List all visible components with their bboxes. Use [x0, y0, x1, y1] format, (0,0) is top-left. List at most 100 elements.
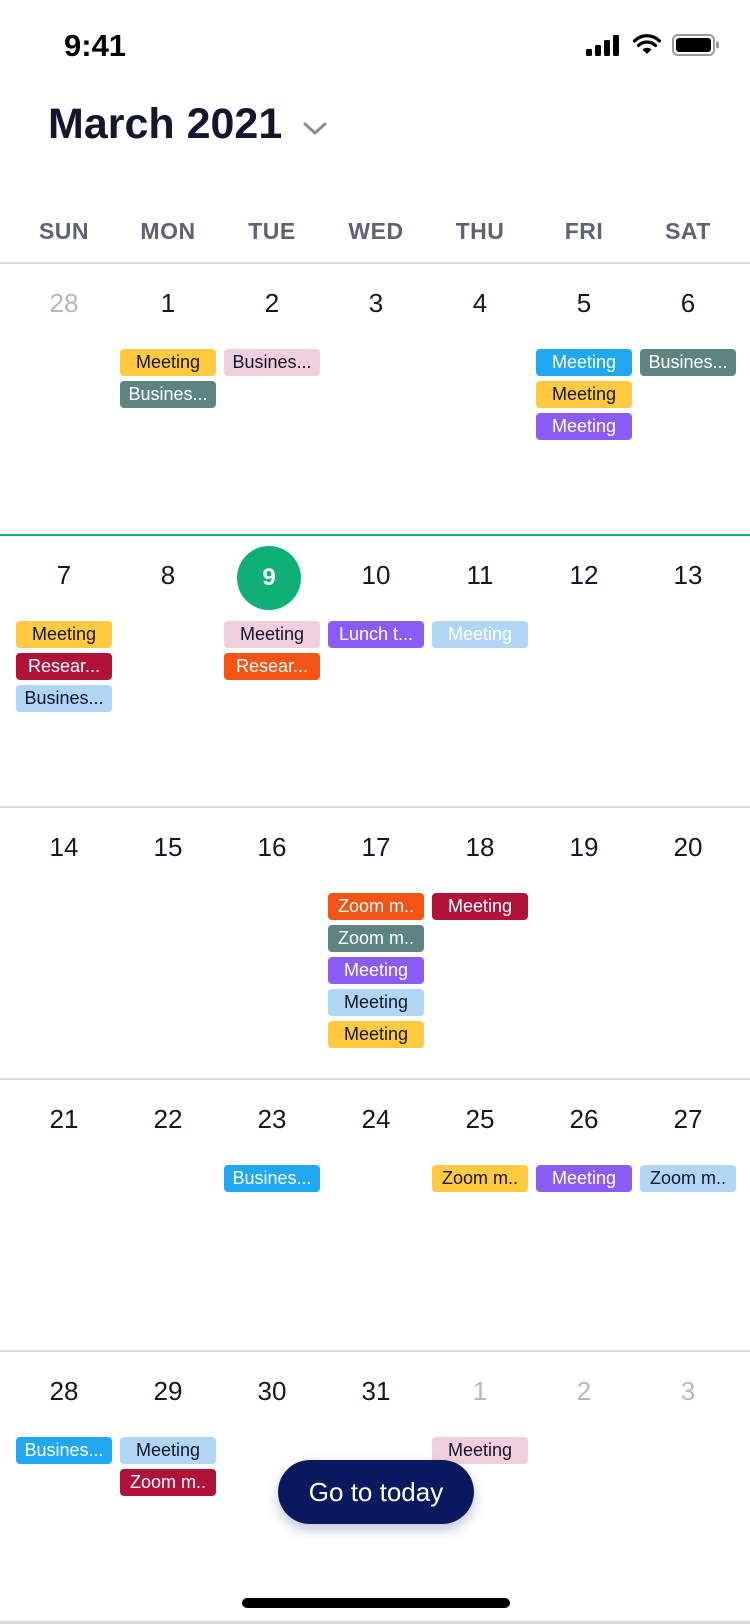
event-chip[interactable]: Zoom m.. — [328, 893, 424, 920]
event-chip[interactable]: Busines... — [16, 1437, 112, 1464]
day-number: 2 — [576, 1376, 592, 1406]
page-title[interactable]: March 2021 — [48, 100, 282, 149]
event-chip[interactable]: Meeting — [120, 1437, 216, 1464]
signal-icon — [586, 35, 619, 56]
day-number: 23 — [257, 1104, 287, 1134]
calendar-day[interactable]: 27 Zoom m.. — [636, 1080, 740, 1350]
event-list: Busines... — [220, 1165, 324, 1197]
day-number: 28 — [49, 288, 79, 318]
event-chip[interactable]: Lunch t... — [328, 621, 424, 648]
calendar-day[interactable]: 14 — [12, 808, 116, 1078]
event-chip[interactable]: Busines... — [16, 685, 112, 712]
event-chip[interactable]: Zoom m.. — [120, 1469, 216, 1496]
day-number: 15 — [153, 832, 183, 862]
battery-icon — [672, 34, 719, 56]
event-chip[interactable]: Zoom m.. — [640, 1165, 736, 1192]
day-number: 29 — [153, 1376, 183, 1406]
weekday-label: FRI — [564, 218, 604, 244]
calendar-day[interactable]: 8 — [116, 536, 220, 806]
calendar-day[interactable]: 20 — [636, 808, 740, 1078]
event-list: Meeting — [532, 1165, 636, 1197]
calendar-day[interactable]: 19 — [532, 808, 636, 1078]
calendar-day[interactable]: 21 — [12, 1080, 116, 1350]
day-number: 11 — [466, 560, 494, 590]
event-chip[interactable]: Resear... — [224, 653, 320, 680]
calendar-day[interactable]: 13 — [636, 536, 740, 806]
divider — [0, 1621, 750, 1623]
event-chip[interactable]: Busines... — [120, 381, 216, 408]
go-to-today-button[interactable]: Go to today — [278, 1460, 474, 1524]
event-chip[interactable]: Resear... — [16, 653, 112, 680]
status-bar: 9:41 — [0, 0, 750, 94]
calendar-day[interactable]: 11 Meeting — [428, 536, 532, 806]
calendar-day[interactable]: 24 — [324, 1080, 428, 1350]
event-chip[interactable]: Meeting — [536, 381, 632, 408]
event-chip[interactable]: Meeting — [328, 1021, 424, 1048]
calendar-day[interactable]: 17 Zoom m.. Zoom m.. Meeting Meeting Meeting — [324, 808, 428, 1078]
day-number: 27 — [673, 1104, 703, 1134]
calendar-day[interactable]: 23 Busines... — [220, 1080, 324, 1350]
event-list: Zoom m.. — [428, 1165, 532, 1197]
calendar-day[interactable]: 5 Meeting Meeting Meeting — [532, 264, 636, 534]
event-chip[interactable]: Busines... — [640, 349, 736, 376]
day-number: 1 — [472, 1376, 488, 1406]
calendar-day[interactable]: 2 Busines... — [220, 264, 324, 534]
calendar-day[interactable]: 3 — [636, 1352, 740, 1622]
event-list: Zoom m.. Zoom m.. Meeting Meeting Meeting — [324, 893, 428, 1053]
calendar-day[interactable]: 29 Meeting Zoom m.. — [116, 1352, 220, 1622]
calendar-grid: 28 1 Meeting Busines... 2 Busines... 3 4 5 Meetin… — [0, 264, 750, 1624]
day-number: 14 — [49, 832, 79, 862]
event-chip[interactable]: Busines... — [224, 1165, 320, 1192]
weekday-label: TUE — [248, 218, 296, 244]
event-chip[interactable]: Meeting — [536, 349, 632, 376]
day-number: 30 — [257, 1376, 287, 1406]
calendar-day[interactable]: 7 Meeting Resear... Busines... — [12, 536, 116, 806]
chevron-down-icon[interactable] — [302, 121, 328, 137]
event-chip[interactable]: Meeting — [224, 621, 320, 648]
day-number: 10 — [361, 560, 391, 590]
today-indicator[interactable]: 9 — [237, 546, 301, 610]
event-chip[interactable]: Meeting — [16, 621, 112, 648]
event-chip[interactable]: Meeting — [432, 893, 528, 920]
calendar-day[interactable]: 3 — [324, 264, 428, 534]
event-chip[interactable]: Busines... — [224, 349, 320, 376]
calendar-day[interactable]: 6 Busines... — [636, 264, 740, 534]
calendar-day[interactable]: 28 Busines... — [12, 1352, 116, 1622]
event-chip[interactable]: Meeting — [328, 989, 424, 1016]
event-list: Busines... — [220, 349, 324, 381]
status-icons — [586, 33, 720, 57]
weekday-label: WED — [348, 218, 404, 244]
weekday-label: SAT — [665, 218, 711, 244]
status-time: 9:41 — [64, 28, 127, 63]
event-chip[interactable]: Meeting — [536, 413, 632, 440]
event-chip[interactable]: Zoom m.. — [432, 1165, 528, 1192]
event-chip[interactable]: Zoom m.. — [328, 925, 424, 952]
calendar-day[interactable]: 16 — [220, 808, 324, 1078]
day-number: 17 — [361, 832, 391, 862]
day-number: 19 — [569, 832, 599, 862]
day-number: 22 — [153, 1104, 183, 1134]
calendar-day[interactable]: 1 Meeting Busines... — [116, 264, 220, 534]
calendar-day[interactable]: 2 — [532, 1352, 636, 1622]
event-chip[interactable]: Meeting — [328, 957, 424, 984]
weekday-header: SUN MON TUE WED THU FRI SAT — [0, 218, 750, 262]
calendar-day[interactable]: 28 — [12, 264, 116, 534]
calendar-day[interactable]: 18 Meeting — [428, 808, 532, 1078]
calendar-day[interactable]: 26 Meeting — [532, 1080, 636, 1350]
calendar-day[interactable]: 9 Meeting Resear... — [220, 536, 324, 806]
calendar-day[interactable]: 12 — [532, 536, 636, 806]
calendar-day[interactable]: 4 — [428, 264, 532, 534]
calendar-day[interactable]: 22 — [116, 1080, 220, 1350]
event-chip[interactable]: Meeting — [120, 349, 216, 376]
calendar-day[interactable]: 10 Lunch t... — [324, 536, 428, 806]
event-chip[interactable]: Meeting — [432, 621, 528, 648]
event-chip[interactable]: Meeting — [536, 1165, 632, 1192]
event-list: Meeting — [428, 621, 532, 653]
calendar-day[interactable]: 15 — [116, 808, 220, 1078]
month-header: March 2021 — [48, 100, 328, 149]
day-number: 13 — [673, 560, 703, 590]
event-list: Meeting Meeting Meeting — [532, 349, 636, 445]
event-list: Meeting Busines... — [116, 349, 220, 413]
day-number: 28 — [49, 1376, 79, 1406]
calendar-day[interactable]: 25 Zoom m.. — [428, 1080, 532, 1350]
